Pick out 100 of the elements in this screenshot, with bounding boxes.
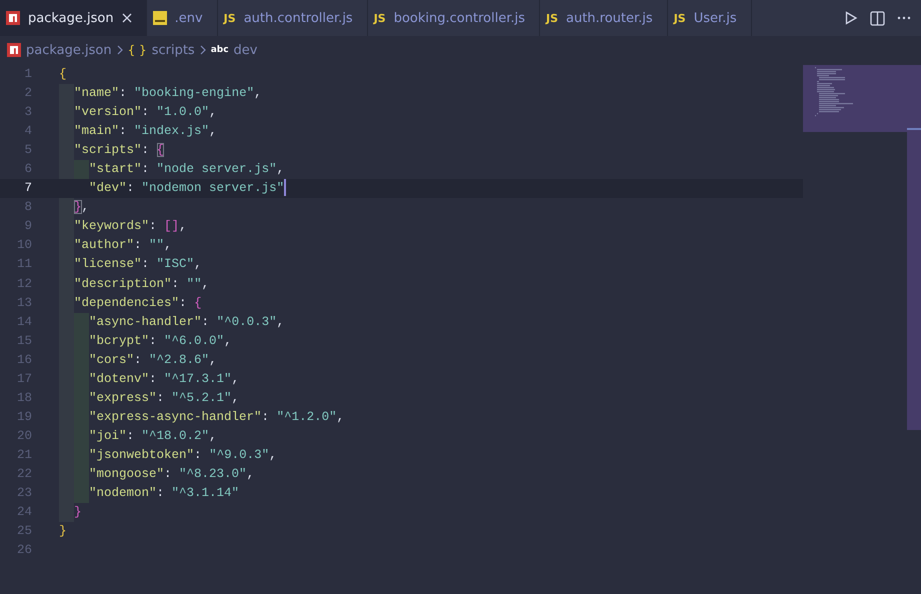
js-icon: JS — [546, 12, 558, 24]
punctuation: , — [269, 448, 277, 462]
npm-icon — [7, 43, 21, 57]
property-key: "dev" — [59, 181, 127, 196]
punctuation: : — [142, 143, 150, 158]
punctuation: : — [134, 352, 143, 367]
punctuation: , — [232, 372, 240, 386]
punctuation: , — [209, 428, 217, 443]
object-icon: { } — [128, 43, 147, 57]
property-key: "version" — [59, 105, 142, 120]
bracket: { — [156, 143, 164, 158]
punctuation: : — [126, 428, 136, 443]
string-value: "^6.0.0" — [164, 334, 224, 348]
js-icon: JS — [374, 12, 386, 24]
line-number: 2 — [23, 85, 33, 102]
punctuation: , — [254, 86, 262, 100]
line-number: 1 — [23, 66, 33, 83]
property-key: "cors" — [59, 352, 134, 367]
line-number: 13 — [16, 294, 33, 312]
punctuation: : — [142, 105, 150, 120]
property-key: "keywords" — [59, 219, 150, 234]
more-icon[interactable] — [897, 16, 911, 20]
punctuation: : — [142, 257, 150, 272]
editor-tab[interactable]: package.json — [0, 0, 147, 36]
property-key: "dotenv" — [59, 372, 150, 386]
property-key: "mongoose" — [59, 466, 164, 481]
line-number: 20 — [16, 428, 33, 445]
punctuation: : — [126, 181, 136, 196]
property-key: "nodemon" — [59, 486, 157, 500]
chevron-icon — [116, 45, 123, 55]
punctuation: , — [209, 105, 217, 120]
line-number: 19 — [16, 408, 33, 426]
property-key: "description" — [59, 276, 172, 291]
string-value: "^0.0.3" — [216, 314, 277, 329]
scrollbar[interactable] — [907, 65, 921, 430]
line-number: 14 — [16, 314, 33, 331]
punctuation: : — [202, 314, 210, 329]
property-key: "license" — [59, 257, 142, 272]
line-number: 7 — [23, 180, 33, 198]
string-value: "" — [149, 238, 164, 252]
punctuation: : — [149, 372, 158, 386]
string-value: "^2.8.6" — [149, 352, 210, 367]
string-value: "^3.1.14" — [172, 486, 240, 500]
property-key: "joi" — [59, 428, 127, 443]
line-number: 21 — [16, 446, 33, 464]
string-value: "^9.0.3" — [209, 448, 270, 462]
breadcrumb-item[interactable]: scripts — [152, 42, 195, 58]
property-key: "express-async-handler" — [59, 410, 262, 424]
punctuation: : — [194, 448, 203, 462]
line-number: 6 — [23, 161, 33, 178]
js-icon: JS — [224, 12, 236, 24]
punctuation: , — [82, 200, 90, 214]
property-key: "author" — [59, 238, 134, 252]
line-number: 26 — [16, 542, 33, 560]
env-file-icon — [152, 11, 167, 25]
line-number: 25 — [16, 523, 33, 540]
bracket: } — [59, 524, 67, 538]
punctuation: , — [232, 390, 240, 405]
punctuation: : — [172, 276, 180, 291]
line-number: 22 — [16, 466, 33, 483]
bracket: [] — [164, 219, 180, 234]
punctuation: : — [164, 466, 173, 481]
line-number: 8 — [23, 199, 33, 216]
punctuation: : — [119, 86, 128, 100]
string-value: "" — [186, 276, 202, 291]
string-value: "nodemon server.js" — [142, 181, 284, 196]
string-value: "^18.0.2" — [142, 428, 210, 443]
property-key: "bcrypt" — [59, 334, 150, 348]
line-number: 17 — [16, 370, 33, 388]
string-value: "^8.23.0" — [179, 466, 247, 481]
string-value: "index.js" — [134, 124, 210, 138]
line-number: 12 — [16, 276, 33, 293]
close-icon[interactable] — [122, 13, 132, 23]
punctuation: : — [262, 410, 270, 424]
line-number: 18 — [16, 390, 33, 407]
breadcrumb-item[interactable]: dev — [234, 42, 258, 58]
split-editor-icon[interactable] — [870, 10, 885, 26]
string-value: "^1.2.0" — [276, 410, 337, 424]
line-number: 4 — [23, 123, 33, 140]
property-key: "express" — [59, 390, 157, 405]
punctuation: , — [224, 334, 232, 348]
property-key: "main" — [59, 124, 120, 138]
string-value: "ISC" — [156, 257, 194, 272]
run-icon[interactable] — [844, 11, 858, 25]
punctuation: , — [194, 257, 202, 272]
chevron-icon — [200, 45, 206, 55]
string-value: "1.0.0" — [156, 105, 210, 120]
line-number: 5 — [23, 142, 33, 160]
string-value: "^17.3.1" — [164, 372, 232, 386]
line-number: 23 — [16, 485, 33, 502]
punctuation: : — [149, 219, 158, 234]
punctuation: , — [179, 219, 187, 234]
punctuation: : — [179, 296, 188, 310]
breadcrumb-item[interactable]: package.json — [26, 42, 112, 58]
punctuation: : — [149, 334, 158, 348]
punctuation: , — [336, 410, 344, 424]
punctuation: , — [209, 352, 217, 367]
text-cursor — [284, 179, 286, 196]
string-value: "node server.js" — [156, 162, 277, 176]
line-number: 9 — [23, 218, 33, 236]
